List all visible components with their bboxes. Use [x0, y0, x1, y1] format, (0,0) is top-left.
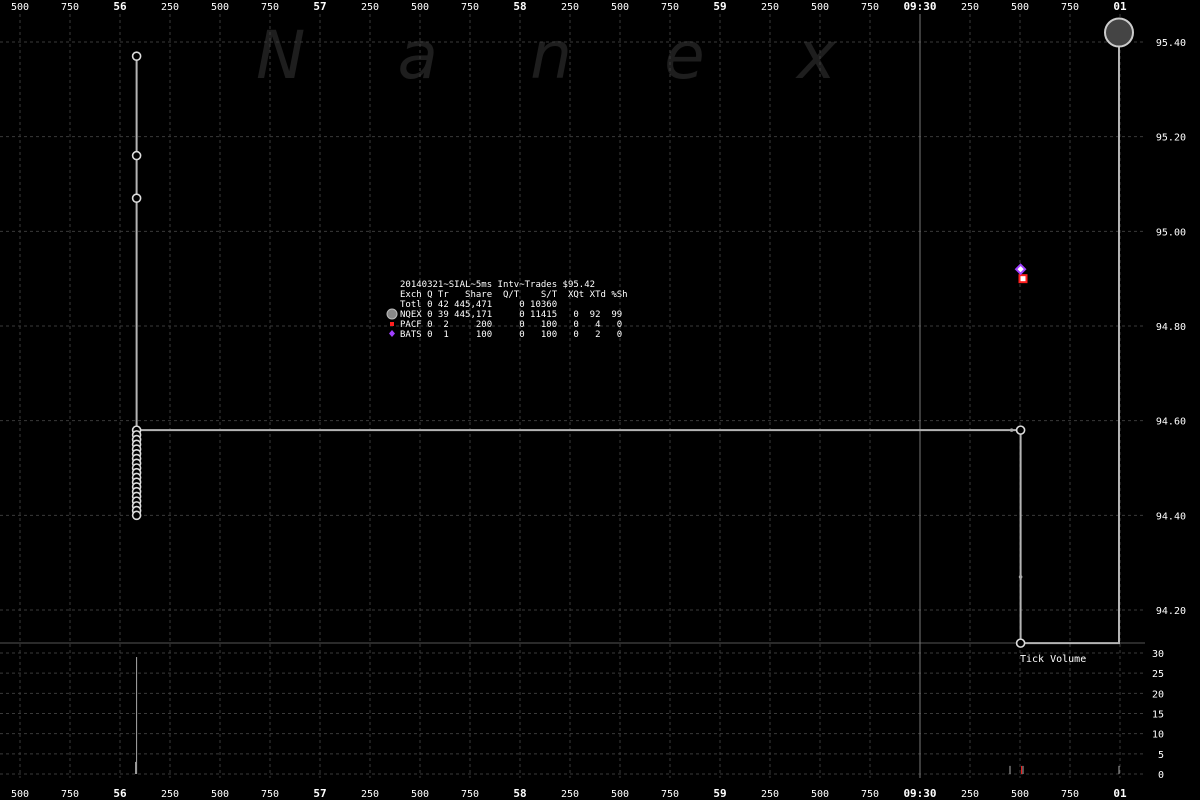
volume-y-tick-label: 10	[1152, 730, 1164, 741]
x-tick-label: 58	[513, 0, 526, 13]
x-tick-label: 750	[61, 2, 79, 13]
x-tick-label: 750	[661, 789, 679, 800]
x-tick-label: 09:30	[903, 0, 936, 13]
x-tick-label: 750	[1061, 789, 1079, 800]
volume-y-tick-label: 30	[1152, 649, 1164, 660]
x-tick-label: 57	[313, 787, 326, 800]
volume-y-tick-label: 20	[1152, 689, 1164, 700]
x-tick-label: 500	[211, 2, 229, 13]
trade-point-nqex	[131, 510, 142, 521]
x-tick-label: 750	[861, 789, 879, 800]
trade-point-nqex	[1018, 575, 1023, 579]
trade-point-nqex	[1015, 638, 1026, 648]
volume-y-tick-label: 25	[1152, 669, 1164, 680]
volume-y-tick-label: 15	[1152, 710, 1164, 721]
x-tick-label: 59	[713, 0, 726, 13]
x-tick-label: 59	[713, 787, 726, 800]
x-tick-label: 250	[161, 789, 179, 800]
info-row: PACF 0 2 200 0 100 0 4 0	[400, 320, 622, 330]
x-tick-label: 750	[461, 2, 479, 13]
x-tick-label: 01	[1113, 0, 1127, 13]
x-tick-label: 750	[261, 2, 279, 13]
x-tick-label: 500	[1011, 789, 1029, 800]
x-tick-label: 250	[761, 2, 779, 13]
x-tick-label: 09:30	[903, 787, 936, 800]
volume-y-tick-label: 0	[1158, 770, 1164, 781]
trade-point-pacf	[1018, 274, 1028, 284]
volume-title: Tick Volume	[1020, 654, 1086, 665]
info-row: BATS 0 1 100 0 100 0 2 0	[400, 330, 622, 340]
info-row: NQEX 0 39 445,171 0 11415 0 92 99	[400, 310, 622, 320]
x-tick-label: 500	[1011, 2, 1029, 13]
x-tick-label: 500	[11, 2, 29, 13]
trade-point-nqex	[131, 150, 142, 161]
x-tick-label: 250	[761, 789, 779, 800]
trade-point-nqex	[1009, 428, 1014, 432]
x-tick-label: 250	[161, 2, 179, 13]
y-tick-label: 95.00	[1156, 227, 1186, 238]
legend-pacf-icon	[390, 322, 394, 326]
trade-point-nqex	[131, 51, 142, 62]
x-tick-label: 250	[961, 789, 979, 800]
x-tick-label: 500	[411, 789, 429, 800]
x-tick-label: 01	[1113, 787, 1127, 800]
x-tick-label: 750	[261, 789, 279, 800]
info-row: Totl 0 42 445,471 0 10360	[400, 300, 557, 310]
y-tick-label: 94.40	[1156, 511, 1186, 522]
chart-area: Nanex 500 750 56 250 500 750 57 250 500 750 58 250 5…	[0, 0, 1200, 800]
info-box: 20140321~SIAL~5ms Intv~Trades $95.42 Exc…	[386, 280, 628, 340]
x-tick-label: 500	[811, 2, 829, 13]
x-tick-label: 500	[211, 789, 229, 800]
x-tick-label: 58	[513, 787, 526, 800]
legend-nqex-icon	[386, 308, 398, 320]
x-tick-label: 57	[313, 0, 326, 13]
x-tick-label: 750	[1061, 2, 1079, 13]
x-tick-label: 500	[11, 789, 29, 800]
x-tick-label: 56	[113, 787, 127, 800]
x-tick-label: 500	[611, 2, 629, 13]
x-tick-label: 250	[561, 2, 579, 13]
x-tick-label: 500	[811, 789, 829, 800]
trade-point-nqex	[1015, 425, 1026, 435]
trade-point-nqex	[1104, 17, 1134, 48]
y-tick-label: 94.20	[1156, 606, 1186, 617]
x-tick-label: 750	[61, 789, 79, 800]
info-header: Exch Q Tr Share Q/T S/T XQt XTd %Sh	[400, 290, 628, 300]
x-tick-label: 250	[361, 2, 379, 13]
info-title: 20140321~SIAL~5ms Intv~Trades $95.42	[400, 280, 595, 290]
y-tick-label: 94.80	[1156, 322, 1186, 333]
trade-point-nqex	[131, 193, 142, 203]
y-tick-label: 95.40	[1156, 38, 1186, 49]
x-tick-label: 250	[561, 789, 579, 800]
volume-y-tick-label: 5	[1158, 750, 1164, 761]
y-tick-label: 94.60	[1156, 417, 1186, 428]
y-tick-label: 95.20	[1156, 133, 1186, 144]
x-tick-label: 750	[661, 2, 679, 13]
x-tick-label: 750	[461, 789, 479, 800]
x-tick-label: 500	[611, 789, 629, 800]
x-tick-label: 750	[861, 2, 879, 13]
x-tick-label: 250	[961, 2, 979, 13]
x-tick-label: 56	[113, 0, 127, 13]
x-tick-label: 500	[411, 2, 429, 13]
x-tick-label: 250	[361, 789, 379, 800]
